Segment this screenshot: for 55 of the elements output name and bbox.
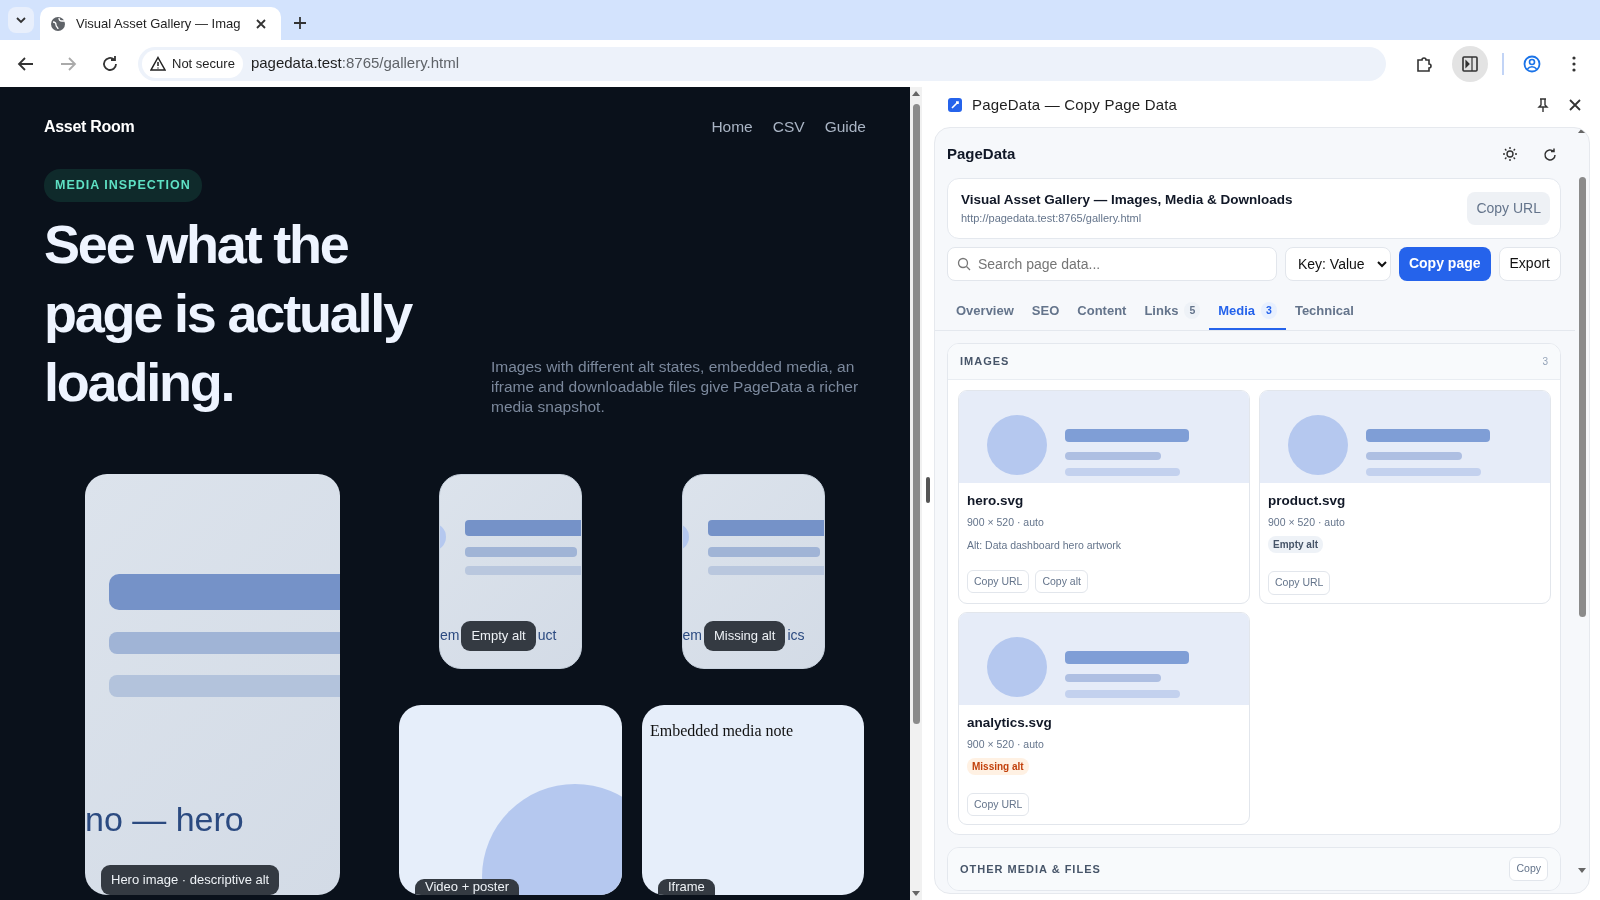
status-tag: Empty alt: [1268, 535, 1323, 553]
section-count: 3: [1542, 355, 1548, 369]
panel-tab[interactable]: Links 5: [1135, 294, 1210, 331]
page-headline: See what the page is actually loading.: [44, 212, 413, 414]
panel-tab[interactable]: Media 3: [1209, 294, 1286, 331]
copy-button[interactable]: Copy alt: [1035, 569, 1088, 594]
export-button[interactable]: Export: [1498, 246, 1561, 281]
alt-text: ics: [787, 626, 805, 646]
page-title: Visual Asset Gallery — Images, Media & Downloads: [961, 191, 1294, 209]
count-badge: 5: [1184, 301, 1201, 320]
nav-link[interactable]: Home: [711, 118, 753, 135]
copy-button[interactable]: Copy: [1509, 857, 1548, 881]
security-chip[interactable]: Not secure: [142, 49, 243, 78]
image-name: product.svg: [1268, 491, 1347, 510]
alt-text: uct: [537, 626, 557, 646]
media-label: Video + poster: [415, 878, 519, 895]
alt-text: Alt: Data dashboard hero artwork: [967, 537, 1123, 553]
page-url: http://pagedata.test:8765/gallery.html: [961, 211, 1143, 227]
image-dimensions: 900 × 520 · auto: [967, 736, 1045, 752]
panel-tab[interactable]: Overview: [947, 294, 1023, 331]
panel-tab[interactable]: Content: [1068, 294, 1136, 331]
alt-text: em: [682, 626, 702, 646]
image-label: Missing alt: [703, 620, 786, 651]
image-dimensions: 900 × 520 · auto: [1268, 515, 1346, 530]
alt-text: em: [440, 626, 460, 646]
copy-button[interactable]: Copy URL: [1268, 570, 1331, 595]
section-heading: IMAGES: [960, 354, 1010, 370]
app-name: PageData: [947, 143, 1017, 164]
nav-link[interactable]: CSV: [772, 118, 805, 135]
image-name: analytics.svg: [967, 713, 1053, 732]
image-dimensions: 900 × 520 · auto: [967, 515, 1045, 530]
image-name: hero.svg: [967, 491, 1025, 510]
site-logo: Asset Room: [44, 117, 135, 137]
search-field[interactable]: Search page data...: [947, 246, 1277, 281]
address-field[interactable]: pagedata.test:8765/gallery.html: [250, 52, 460, 75]
alt-text: no — hero: [85, 798, 244, 840]
panel-title: PageData — Copy Page Data: [972, 94, 1179, 115]
nav-link[interactable]: Guide: [824, 118, 866, 135]
image-label: Hero image · descriptive alt: [101, 864, 280, 895]
panel-tab[interactable]: SEO: [1022, 294, 1069, 331]
section-heading: OTHER MEDIA & FILES: [960, 861, 1101, 877]
copy-button[interactable]: Copy URL: [967, 569, 1030, 594]
intro-text: Images with different alt states, embedded media, an iframe and downloadable files give PageData a richer media snapshot.: [491, 356, 860, 417]
copy-page-button[interactable]: Copy page: [1398, 246, 1491, 281]
status-tag: Missing alt: [967, 757, 1029, 775]
media-label: Iframe: [658, 878, 715, 895]
panel-tab[interactable]: Technical: [1285, 294, 1363, 331]
copy-url-button[interactable]: Copy URL: [1467, 191, 1550, 225]
iframe-text: Embedded media note: [650, 720, 794, 741]
count-badge: 3: [1261, 301, 1277, 320]
image-label: Empty alt: [461, 620, 536, 651]
copy-button[interactable]: Copy URL: [967, 792, 1030, 817]
format-select[interactable]: Key: Value: [1284, 246, 1391, 281]
browser-tab[interactable]: Visual Asset Gallery — Imag: [40, 7, 281, 40]
section-badge: MEDIA INSPECTION: [44, 169, 202, 202]
